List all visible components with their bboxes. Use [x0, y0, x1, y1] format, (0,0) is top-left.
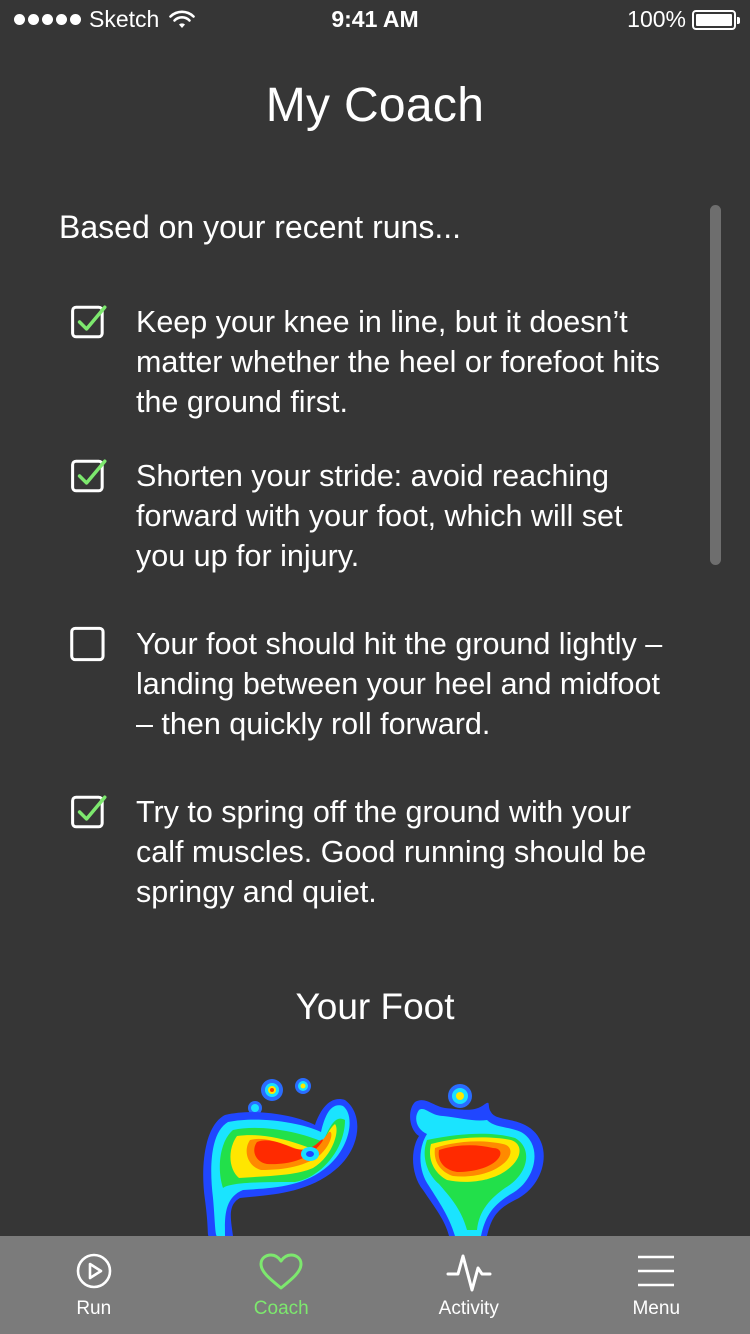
tip-text: Your foot should hit the ground lightly …: [136, 627, 663, 741]
foot-section-title: Your Foot: [295, 986, 455, 1027]
tab-run-label: Run: [76, 1298, 112, 1319]
checkbox-checked-icon[interactable]: [70, 792, 110, 832]
tab-coach-label: Coach: [253, 1298, 309, 1319]
heart-icon: [259, 1253, 303, 1290]
tab-bar: Run Coach Activity Menu: [0, 1236, 750, 1334]
tip-text: Keep your knee in line, but it doesn’t m…: [136, 305, 660, 419]
play-circle-icon: [76, 1253, 112, 1289]
tab-menu[interactable]: Menu: [563, 1236, 750, 1334]
coach-heading: Based on your recent runs...: [59, 209, 461, 245]
foot-pressure-heatmap: [203, 1078, 544, 1236]
hamburger-menu-icon: [638, 1255, 675, 1287]
tab-coach[interactable]: Coach: [188, 1236, 376, 1334]
tab-activity-label: Activity: [438, 1298, 499, 1319]
tab-run[interactable]: Run: [0, 1236, 188, 1334]
scroll-indicator[interactable]: [710, 205, 721, 565]
checkbox-unchecked-icon[interactable]: [70, 624, 110, 664]
status-bar: Sketch 9:41 AM 100%: [0, 0, 750, 40]
battery-percent: 100%: [627, 6, 686, 32]
tab-activity[interactable]: Activity: [375, 1236, 563, 1334]
left-foot-heatmap: [203, 1078, 358, 1236]
page-title: My Coach: [265, 79, 485, 132]
checkbox-checked-icon[interactable]: [70, 456, 110, 496]
battery-icon: [692, 9, 740, 30]
tip-text: Shorten your stride: avoid reaching forw…: [136, 459, 623, 573]
battery-level: [696, 13, 732, 26]
battery-status: 100%: [627, 6, 740, 33]
right-foot-heatmap: [410, 1084, 544, 1236]
checkbox-checked-icon[interactable]: [70, 302, 110, 342]
tip-text: Try to spring off the ground with your c…: [136, 795, 647, 909]
pulse-icon: [446, 1254, 492, 1292]
tab-menu-label: Menu: [632, 1298, 681, 1319]
